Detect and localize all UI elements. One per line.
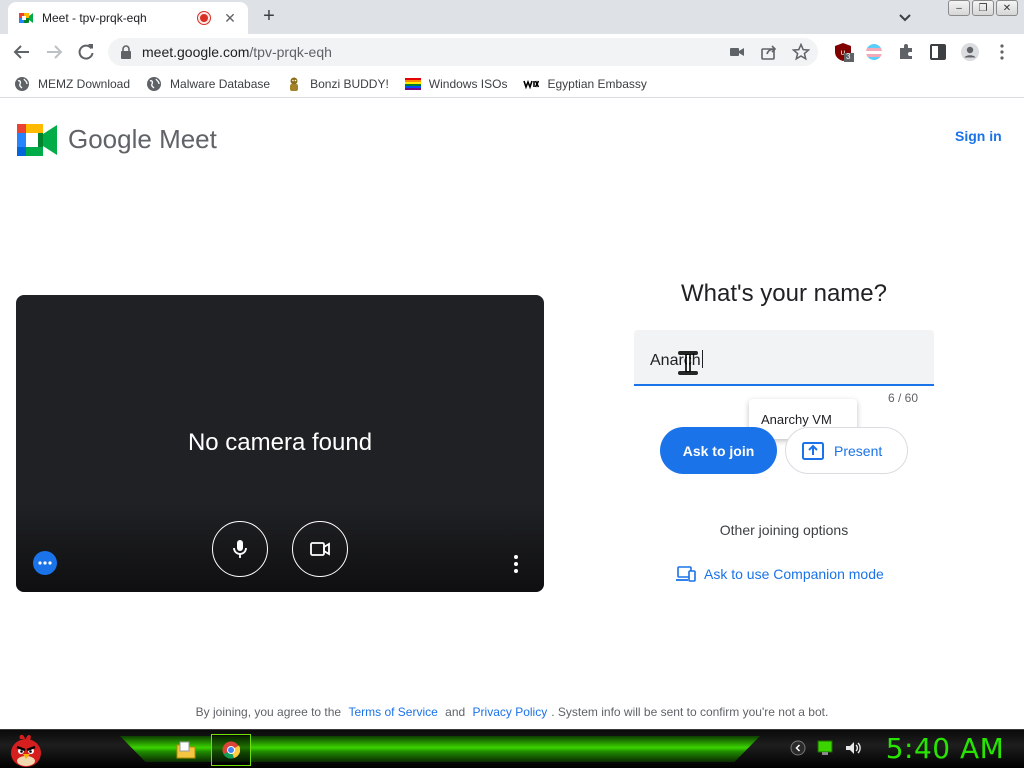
taskbar-file-explorer[interactable]: [166, 734, 206, 766]
browser-toolbar: meet.google.com/tpv-prqk-eqh u 3: [0, 34, 1024, 70]
share-icon[interactable]: [760, 43, 778, 61]
globe-icon: [15, 76, 29, 91]
puzzle-extensions-icon[interactable]: [896, 42, 916, 62]
forward-arrow-icon[interactable]: [44, 42, 64, 62]
legal-and: and: [445, 705, 466, 719]
more-effects-button[interactable]: [33, 551, 57, 575]
name-prompt-heading: What's your name?: [680, 280, 887, 307]
minimize-button[interactable]: –: [948, 0, 970, 16]
companion-devices-icon: [676, 566, 696, 582]
back-arrow-icon[interactable]: [12, 42, 32, 62]
camera-preview: No camera found: [16, 295, 544, 592]
legal-notice: By joining, you agree to the Terms of Se…: [0, 705, 1024, 719]
url-text: meet.google.com/tpv-prqk-eqh: [142, 44, 332, 60]
preview-more-options-icon[interactable]: [510, 553, 522, 575]
bookmark-label: Egyptian Embassy: [547, 76, 647, 91]
ibeam-cursor-icon: [678, 351, 698, 375]
microphone-icon: [233, 540, 247, 558]
present-button[interactable]: Present: [785, 427, 908, 474]
present-screen-icon: [802, 441, 824, 460]
terms-of-service-link[interactable]: Terms of Service: [348, 705, 437, 719]
legal-prefix: By joining, you agree to the: [195, 705, 342, 719]
tab-close-icon[interactable]: ✕: [222, 10, 238, 27]
companion-mode-link[interactable]: Ask to use Companion mode: [676, 566, 884, 582]
wix-icon: [523, 79, 540, 89]
video-camera-icon: [310, 542, 330, 556]
trans-flag-extension-icon[interactable]: [864, 42, 884, 62]
ublock-extension-icon[interactable]: u 3: [834, 42, 854, 62]
tab-title: Meet - tpv-prqk-eqh: [42, 11, 147, 25]
bookmark-malware-database[interactable]: Malware Database: [146, 76, 270, 92]
maximize-button[interactable]: ❐: [972, 0, 994, 16]
folder-icon: [176, 741, 196, 759]
character-counter: 6 / 60: [887, 391, 918, 405]
tab-strip: Meet - tpv-prqk-eqh ✕ + – ❐ ✕: [0, 0, 1024, 34]
more-horizontal-icon: [38, 561, 52, 565]
bookmark-label: Windows ISOs: [428, 76, 508, 91]
present-label: Present: [834, 442, 883, 459]
bookmark-egyptian-embassy[interactable]: Egyptian Embassy: [523, 76, 647, 92]
tab-search-chevron-icon[interactable]: [896, 8, 914, 26]
no-camera-message: No camera found: [187, 429, 373, 456]
google-meet-logo-icon[interactable]: [17, 124, 57, 156]
taskbar: 5:40 AM: [0, 729, 1024, 768]
privacy-policy-link[interactable]: Privacy Policy: [473, 705, 548, 719]
system-tray: [790, 740, 862, 756]
globe-icon: [147, 76, 162, 91]
text-caret: [701, 350, 703, 368]
google-meet-wordmark: Google Meet: [68, 124, 217, 154]
volume-icon[interactable]: [844, 740, 862, 756]
reload-icon[interactable]: [76, 42, 96, 62]
chrome-icon: [222, 741, 240, 759]
close-window-button[interactable]: ✕: [996, 0, 1018, 16]
new-tab-button[interactable]: +: [258, 6, 280, 26]
taskbar-chrome[interactable]: [211, 734, 251, 766]
extension-badge: 3: [846, 52, 851, 61]
tray-chevron-icon[interactable]: [790, 740, 806, 756]
window-controls: – ❐ ✕: [948, 0, 1018, 16]
url-host: meet.google.com: [142, 44, 250, 60]
bookmark-star-icon[interactable]: [792, 43, 810, 61]
legal-suffix: . System info will be sent to confirm yo…: [551, 705, 829, 719]
bookmark-label: Bonzi BUDDY!: [310, 76, 389, 91]
bookmark-memz[interactable]: MEMZ Download: [14, 76, 130, 92]
bookmark-label: MEMZ Download: [38, 76, 131, 91]
side-panel-icon[interactable]: [928, 42, 948, 62]
bonzi-icon: [290, 77, 299, 91]
preview-gradient: [16, 502, 544, 592]
start-button-angry-bird-icon[interactable]: [6, 731, 46, 768]
rainbow-flag-icon: [404, 77, 421, 90]
sign-in-link[interactable]: Sign in: [955, 128, 1002, 144]
bookmark-label: Malware Database: [170, 76, 271, 91]
bookmarks-bar: MEMZ Download Malware Database Bonzi BUD…: [0, 70, 1024, 98]
meet-favicon-icon: [19, 13, 33, 23]
taskbar-clock[interactable]: 5:40 AM: [870, 732, 1020, 765]
camera-toggle-button[interactable]: [292, 521, 348, 577]
bookmark-windows-isos[interactable]: Windows ISOs: [404, 76, 508, 92]
tab-meet[interactable]: Meet - tpv-prqk-eqh ✕: [8, 2, 248, 34]
address-bar[interactable]: meet.google.com/tpv-prqk-eqh: [108, 38, 818, 66]
microphone-toggle-button[interactable]: [212, 521, 268, 577]
url-path: /tpv-prqk-eqh: [249, 44, 332, 60]
profile-avatar-icon[interactable]: [960, 42, 980, 62]
other-joining-options-heading: Other joining options: [719, 522, 849, 538]
companion-mode-label: Ask to use Companion mode: [704, 566, 884, 582]
lock-icon[interactable]: [120, 45, 132, 59]
ask-to-join-button[interactable]: Ask to join: [660, 427, 777, 474]
camera-blocked-icon[interactable]: [728, 43, 746, 61]
browser-menu-icon[interactable]: [992, 42, 1012, 62]
network-icon[interactable]: [816, 740, 834, 756]
recording-indicator-icon: [198, 12, 210, 24]
bookmark-bonzi-buddy[interactable]: Bonzi BUDDY!: [286, 76, 389, 92]
